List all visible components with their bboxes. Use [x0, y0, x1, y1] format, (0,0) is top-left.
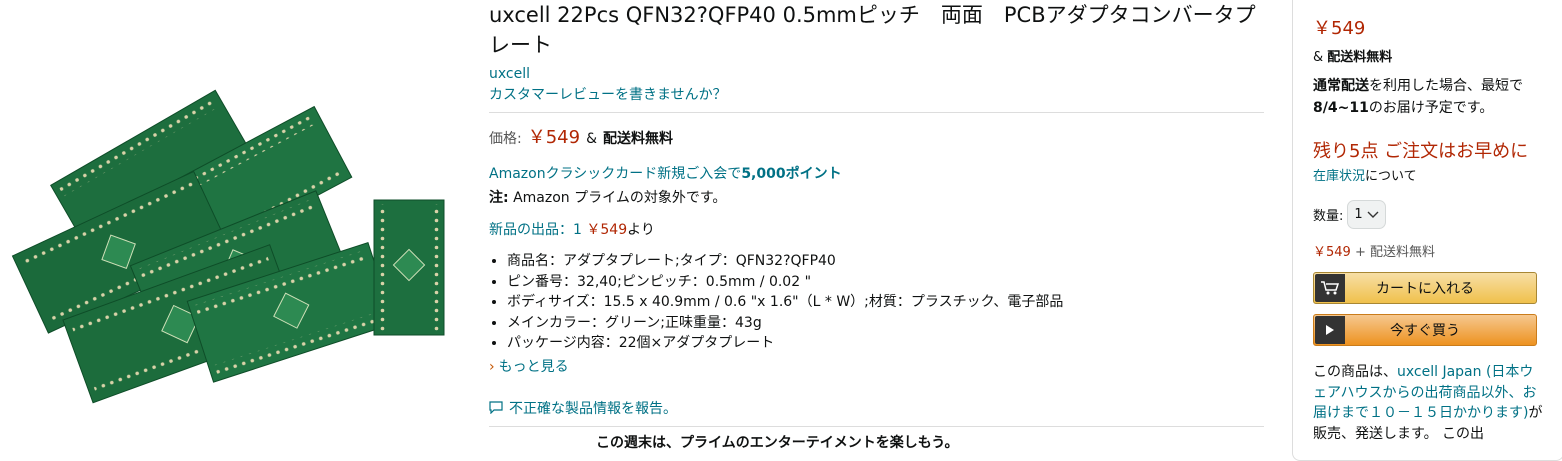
buybox-amp: &: [1313, 50, 1324, 65]
buybox-free-shipping: 配送料無料: [1327, 50, 1393, 65]
quantity-select[interactable]: 1: [1347, 200, 1386, 229]
speech-bubble-icon: [489, 401, 503, 414]
report-label: 不正確な製品情報を報告。: [509, 400, 677, 417]
seller-prefix: この商品は、: [1313, 364, 1397, 380]
buy-box: ￥549 & 配送料無料 通常配送を利用した場合、最短で 8/4~11のお届け予…: [1292, 0, 1562, 461]
product-image[interactable]: [0, 0, 470, 450]
offers-prefix: 新品の出品：: [489, 222, 573, 238]
seller-info: この商品は、uxcell Japan (日本ウェアハウスからの出荷商品以外、お届…: [1313, 362, 1543, 444]
buybox-shipping: & 配送料無料: [1313, 46, 1543, 65]
note-text: Amazon プライムの対象外です。: [513, 190, 727, 206]
prime-note: 注: Amazon プライムの対象外です。: [489, 187, 1264, 207]
summary-price: ￥549: [1313, 245, 1351, 260]
brand-link[interactable]: uxcell: [489, 66, 1264, 82]
bullet-item: ボディサイズ：15.5 x 40.9mm / 0.6 "x 1.6"（L * W…: [507, 292, 1264, 313]
product-title: uxcell 22Pcs QFN32?QFP40 0.5mmピッチ 両面 PCB…: [489, 3, 1256, 57]
price-label: 価格:: [489, 131, 522, 147]
buybox-price: ￥549: [1313, 18, 1366, 39]
bullet-item: ピン番号：32,40;ピンピッチ：0.5mm / 0.02 ": [507, 272, 1264, 293]
prime-promo-text: この週末は、プライムのエンターテイメントを楽しもう。: [596, 435, 959, 451]
chevron-down-icon: [1367, 211, 1379, 218]
free-shipping-label: 配送料無料: [603, 131, 673, 147]
offers-suffix: より: [627, 222, 655, 238]
quantity-row: 数量: 1: [1313, 200, 1543, 229]
buy-now-button[interactable]: 今すぐ買う: [1313, 314, 1537, 346]
bullet-item: メインカラー：グリーン;正味重量：43g: [507, 313, 1264, 334]
stock-warning: 残り5点 ご注文はお早めに: [1313, 141, 1529, 162]
stock-status-link[interactable]: 在庫状況: [1313, 169, 1365, 184]
promo-points: 5,000ポイント: [741, 166, 842, 182]
price-amp: &: [586, 131, 597, 147]
write-review-link[interactable]: カスタマーレビューを書きませんか？: [489, 84, 1264, 104]
report-info-link[interactable]: 不正確な製品情報を報告。: [489, 398, 1264, 418]
delivery-text-a: を利用した場合、最短で: [1369, 78, 1523, 94]
cart-icon: [1315, 274, 1345, 302]
stock-info: 在庫状況について: [1313, 165, 1543, 184]
add-to-cart-label: カートに入れる: [1376, 281, 1474, 297]
delivery-info: 通常配送を利用した場合、最短で 8/4~11のお届け予定です。: [1313, 75, 1543, 119]
delivery-type: 通常配送: [1313, 78, 1369, 94]
promo-text: Amazonクラシックカード新規ご入会で: [489, 166, 742, 182]
price-value: ￥549: [527, 127, 581, 148]
stock-suffix: について: [1365, 169, 1417, 184]
see-more-link[interactable]: › もっと見る: [489, 356, 1264, 376]
card-promo-link[interactable]: Amazonクラシックカード新規ご入会で5,000ポイント: [489, 163, 1264, 183]
buy-now-label: 今すぐ買う: [1390, 323, 1460, 339]
new-offers[interactable]: 新品の出品：1 ￥549より: [489, 219, 1264, 239]
buybox-price-summary: ￥549 + 配送料無料: [1313, 241, 1543, 260]
quantity-value: 1: [1354, 207, 1363, 222]
divider: [489, 112, 1264, 113]
see-more-label: もっと見る: [498, 358, 569, 375]
summary-shipping: + 配送料無料: [1354, 245, 1435, 260]
bullet-item: 商品名：アダプタプレート;タイプ：QFN32?QFP40: [507, 251, 1264, 272]
play-icon: [1315, 316, 1345, 344]
divider: [489, 425, 1264, 427]
pcb-boards-image: [11, 89, 445, 404]
add-to-cart-button[interactable]: カートに入れる: [1313, 272, 1537, 304]
delivery-text-b: のお届け予定です。: [1368, 100, 1494, 116]
feature-bullets: 商品名：アダプタプレート;タイプ：QFN32?QFP40 ピン番号：32,40;…: [489, 251, 1264, 354]
delivery-date: 8/4~11: [1313, 100, 1369, 116]
bullet-item: パッケージ内容：22個×アダプタプレート: [507, 333, 1264, 354]
note-label: 注:: [489, 190, 509, 206]
offers-count: 1: [573, 222, 582, 238]
price-row: 価格: ￥549 & 配送料無料: [489, 123, 1264, 149]
product-details: uxcell 22Pcs QFN32?QFP40 0.5mmピッチ 両面 PCB…: [489, 0, 1264, 451]
chevron-right-icon: ›: [489, 358, 495, 375]
quantity-label: 数量:: [1313, 209, 1344, 224]
offers-price: ￥549: [586, 222, 628, 238]
